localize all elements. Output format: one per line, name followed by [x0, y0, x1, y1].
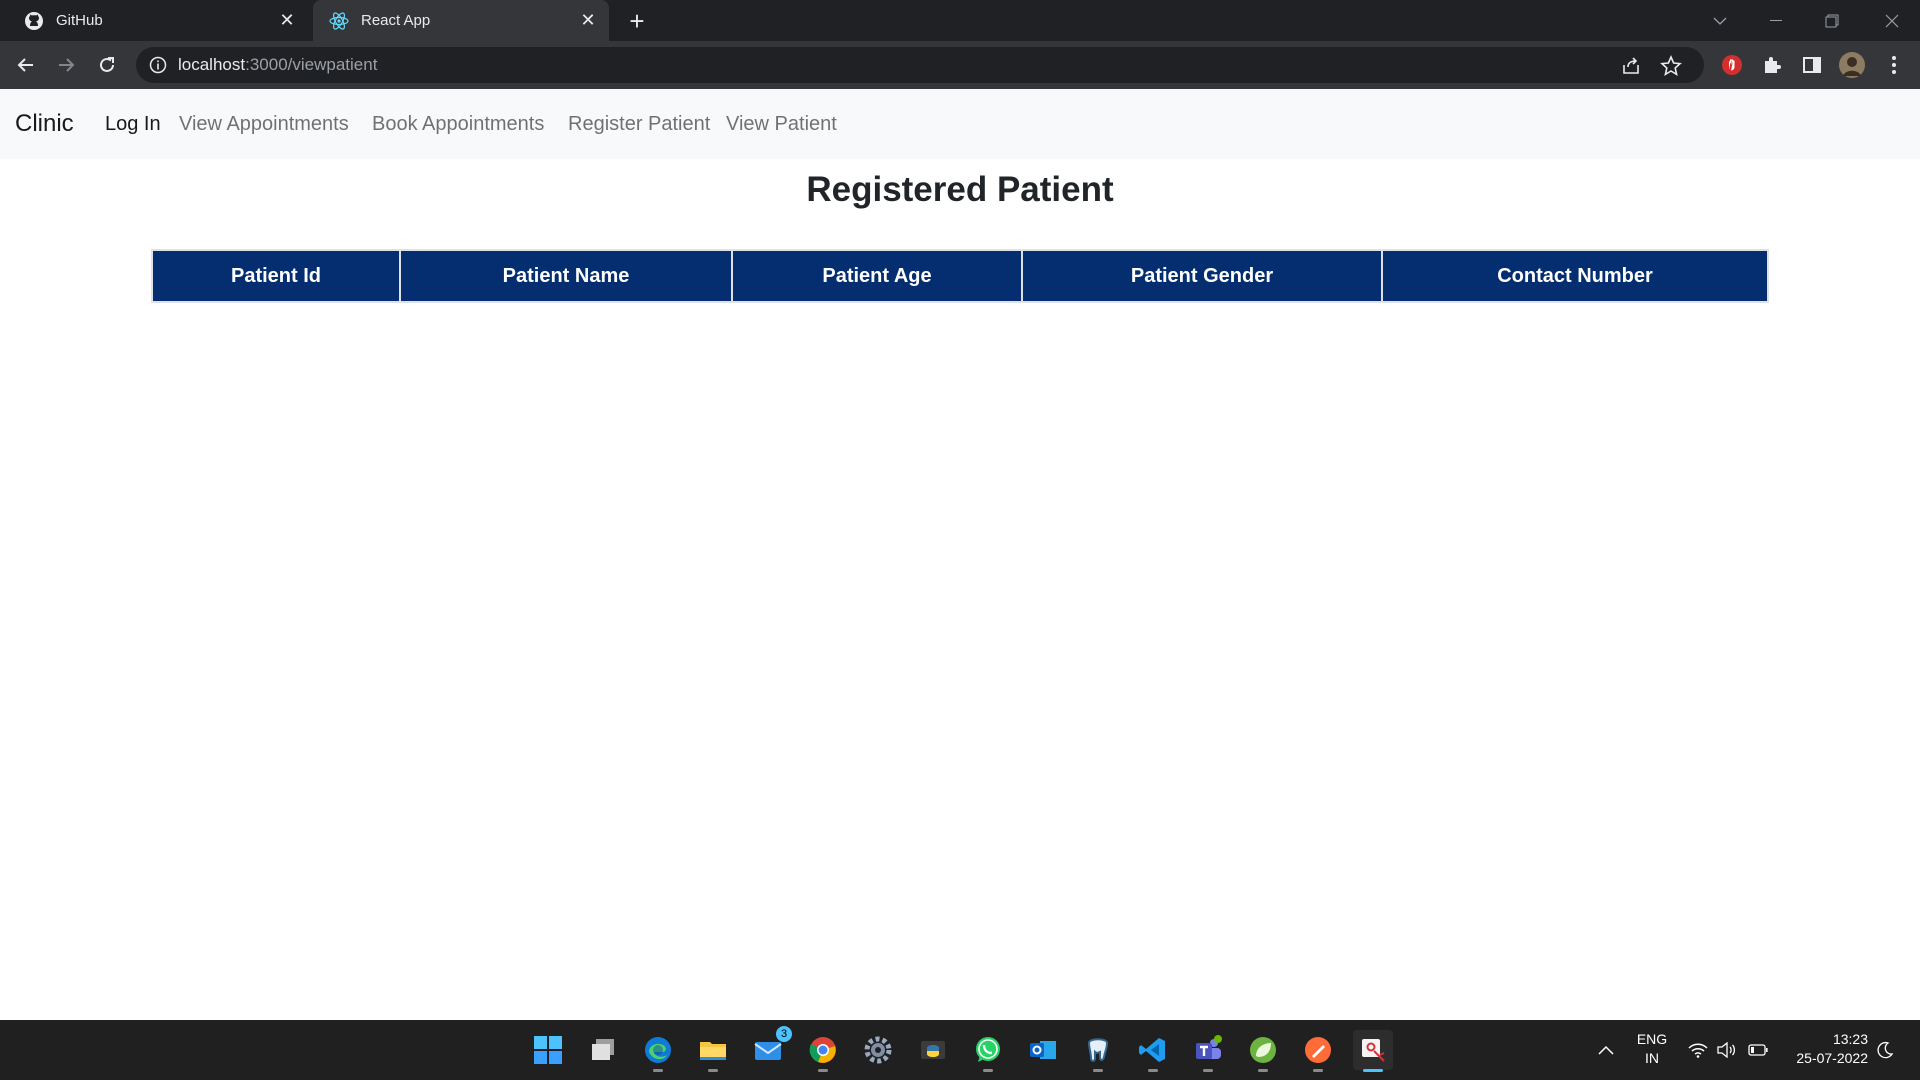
running-indicator [818, 1069, 828, 1072]
file-explorer-icon[interactable] [693, 1030, 733, 1072]
tab-label: GitHub [56, 12, 103, 29]
forward-button[interactable] [52, 51, 80, 79]
table-header-row: Patient Id Patient Name Patient Age Pati… [151, 249, 1769, 303]
site-info-icon[interactable] [148, 55, 168, 75]
spring-icon[interactable] [1243, 1030, 1283, 1072]
clock-date: 25-07-2022 [1796, 1050, 1868, 1066]
clock-time: 13:23 [1832, 1031, 1868, 1047]
mail-badge: 3 [776, 1026, 792, 1042]
column-header: Patient Age [731, 249, 1023, 303]
side-panel-icon[interactable] [1798, 51, 1826, 79]
navbar-brand[interactable]: Clinic [15, 89, 74, 159]
running-indicator [1148, 1069, 1158, 1072]
edge-icon[interactable] [638, 1030, 678, 1072]
language-indicator[interactable]: ENG IN [1626, 1030, 1678, 1068]
tab-search-icon[interactable] [1692, 0, 1748, 41]
postman-icon[interactable] [1298, 1030, 1338, 1072]
chevron-up-icon[interactable] [1598, 1020, 1622, 1080]
restore-button[interactable] [1804, 0, 1860, 41]
running-indicator [1203, 1069, 1213, 1072]
patient-table: Patient Id Patient Name Patient Age Pati… [151, 249, 1769, 303]
running-indicator [1093, 1069, 1103, 1072]
running-indicator [708, 1069, 718, 1072]
tab-github[interactable]: GitHub ✕ [8, 0, 308, 41]
close-window-button[interactable] [1864, 0, 1920, 41]
mail-icon[interactable]: 3 [748, 1026, 792, 1070]
nav-book-appointments[interactable]: Book Appointments [372, 89, 544, 159]
back-button[interactable] [12, 51, 40, 79]
running-indicator [983, 1069, 993, 1072]
browser-toolbar: localhost:3000/viewpatient [0, 41, 1920, 89]
running-indicator [1258, 1069, 1268, 1072]
close-icon[interactable]: ✕ [276, 10, 298, 32]
wifi-icon[interactable] [1688, 1020, 1712, 1080]
github-icon [24, 11, 44, 31]
bookmark-star-icon[interactable] [1660, 54, 1682, 77]
chrome-icon[interactable] [803, 1030, 843, 1072]
python-icon[interactable] [913, 1030, 953, 1070]
close-icon[interactable]: ✕ [577, 10, 599, 32]
running-indicator [653, 1069, 663, 1072]
postgresql-icon[interactable] [1078, 1030, 1118, 1072]
taskbar: 3 ENG IN 13:23 25-07-2022 [0, 1020, 1920, 1080]
outlook-icon[interactable] [1023, 1030, 1063, 1070]
focus-moon-icon[interactable] [1876, 1020, 1900, 1080]
clock[interactable]: 13:23 25-07-2022 [1770, 1030, 1868, 1068]
nav-view-appointments[interactable]: View Appointments [179, 89, 349, 159]
profile-avatar[interactable] [1838, 51, 1866, 79]
windows-start-icon[interactable] [528, 1030, 568, 1070]
extension-red-icon[interactable] [1718, 51, 1746, 79]
running-indicator [1313, 1069, 1323, 1072]
volume-icon[interactable] [1716, 1020, 1740, 1080]
battery-icon[interactable] [1748, 1020, 1772, 1080]
tab-label: React App [361, 12, 431, 29]
share-icon[interactable] [1620, 55, 1642, 77]
region-code: IN [1645, 1050, 1659, 1066]
task-view-icon[interactable] [583, 1030, 623, 1070]
vscode-icon[interactable] [1133, 1030, 1173, 1072]
browser-tab-strip: GitHub ✕ React App ✕ + [0, 0, 1920, 41]
reload-button[interactable] [93, 51, 121, 79]
teams-icon[interactable] [1188, 1030, 1228, 1072]
nav-log-in[interactable]: Log In [105, 89, 161, 159]
address-bar[interactable]: localhost:3000/viewpatient [136, 47, 1704, 83]
settings-icon[interactable] [858, 1030, 898, 1070]
running-indicator [1363, 1069, 1383, 1072]
nav-view-patient[interactable]: View Patient [726, 89, 837, 159]
app-navbar: Clinic Log In View Appointments Book App… [0, 89, 1920, 159]
column-header: Patient Id [151, 249, 401, 303]
url-path: :3000/viewpatient [245, 55, 378, 74]
url-host: localhost [178, 55, 246, 74]
tab-react-app[interactable]: React App ✕ [313, 0, 609, 41]
whatsapp-icon[interactable] [968, 1030, 1008, 1072]
chrome-menu-icon[interactable] [1880, 51, 1908, 79]
page-title: Registered Patient [806, 170, 1114, 209]
minimize-button[interactable] [1748, 0, 1804, 41]
nav-register-patient[interactable]: Register Patient [568, 89, 710, 159]
column-header: Patient Gender [1021, 249, 1383, 303]
column-header: Contact Number [1381, 249, 1769, 303]
column-header: Patient Name [399, 249, 733, 303]
react-icon [329, 11, 349, 31]
extensions-puzzle-icon[interactable] [1758, 51, 1786, 79]
language-code: ENG [1636, 1031, 1668, 1047]
new-tab-button[interactable]: + [623, 6, 651, 36]
url-text[interactable]: localhost:3000/viewpatient [178, 47, 377, 83]
snipping-tool-icon[interactable] [1353, 1030, 1393, 1072]
